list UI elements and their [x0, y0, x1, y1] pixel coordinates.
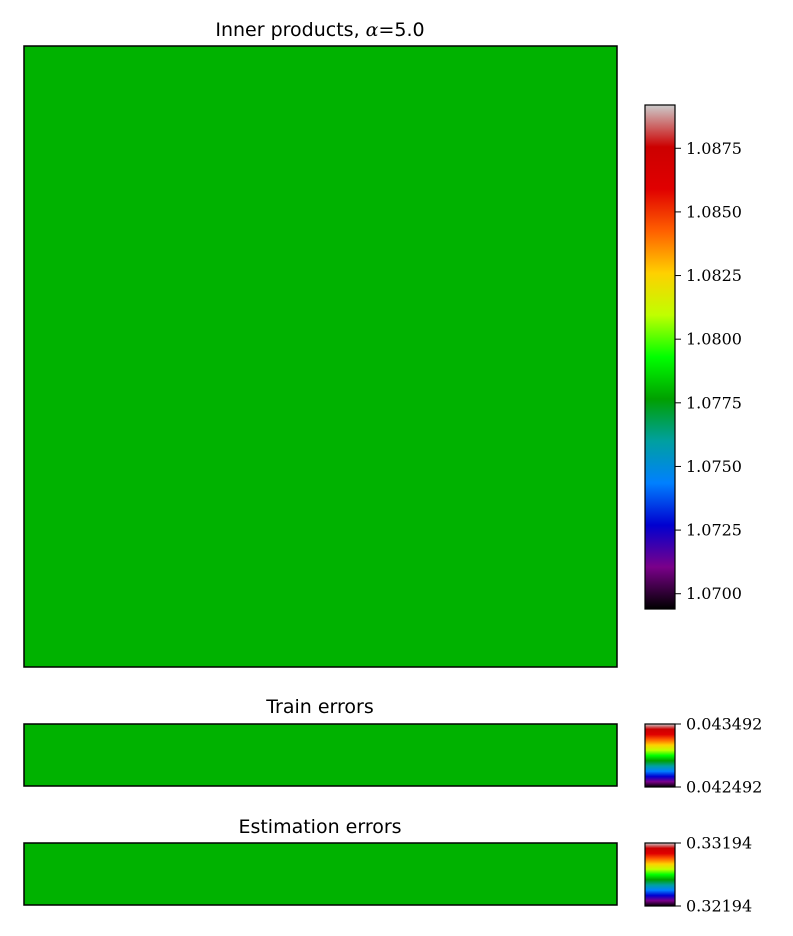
inner-products-title: Inner products, α=5.0 — [215, 19, 424, 41]
train-errors-colorbar: 0.042492 0.043492 — [644, 715, 762, 797]
estimation-errors-colorbar-scale — [644, 842, 676, 907]
inner-products-colorbar-scale — [644, 104, 676, 610]
estimation-errors-colorbar-tick-label: 0.32194 — [686, 897, 752, 916]
inner-products-colorbar-tick-label: 1.0850 — [686, 202, 742, 221]
train-errors-colorbar-tick-label: 0.042492 — [686, 778, 762, 797]
estimation-errors-heatmap — [23, 842, 618, 906]
figure: Inner products, α=5.0 1.0700 1.0725 1.0750… — [23, 19, 762, 916]
inner-products-colorbar-tick-label: 1.0700 — [686, 584, 742, 603]
inner-products-colorbar-tick-label: 1.0775 — [686, 393, 742, 412]
estimation-errors-colorbar: 0.32194 0.33194 — [644, 834, 752, 916]
inner-products-colorbar-tick-label: 1.0825 — [686, 266, 742, 285]
inner-products-heatmap-cells — [23, 45, 618, 668]
inner-products-colorbar-ticks: 1.0700 1.0725 1.0750 1.0775 1.0800 1.0825 1.08… — [675, 139, 742, 603]
inner-products-colorbar-tick-label: 1.0875 — [686, 139, 742, 158]
inner-products-colorbar-tick-label: 1.0800 — [686, 330, 742, 349]
train-errors-heatmap — [23, 723, 618, 787]
inner-products-colorbar-tick-label: 1.0725 — [686, 521, 742, 540]
train-errors-colorbar-ticks: 0.042492 0.043492 — [675, 715, 762, 797]
estimation-errors-heatmap-cells — [23, 842, 618, 906]
inner-products-colorbar: 1.0700 1.0725 1.0750 1.0775 1.0800 1.0825 1.08… — [644, 104, 742, 610]
train-errors-colorbar-scale — [644, 723, 676, 788]
inner-products-heatmap — [23, 45, 618, 668]
inner-products-colorbar-tick-label: 1.0750 — [686, 457, 742, 476]
estimation-errors-colorbar-tick-label: 0.33194 — [686, 834, 752, 853]
estimation-errors-colorbar-ticks: 0.32194 0.33194 — [675, 834, 752, 916]
train-errors-heatmap-cells — [23, 723, 618, 787]
train-errors-colorbar-tick-label: 0.043492 — [686, 715, 762, 734]
estimation-errors-title: Estimation errors — [238, 816, 401, 838]
train-errors-title: Train errors — [265, 696, 374, 718]
